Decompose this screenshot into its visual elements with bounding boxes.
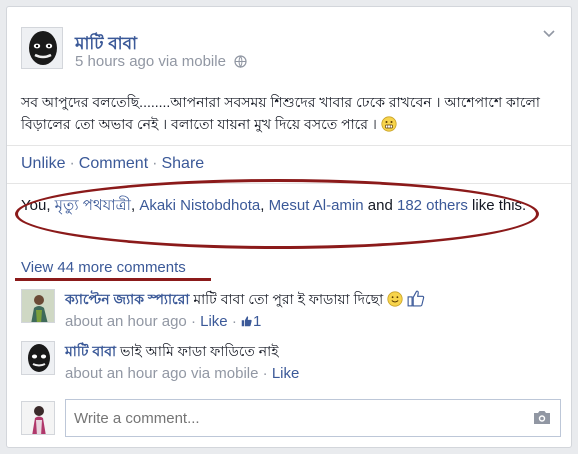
likes-conjunction: and	[363, 197, 397, 214]
liker-link[interactable]: মৃত্যু পথযাত্রী	[55, 197, 131, 214]
comment-link[interactable]: Comment	[79, 155, 148, 172]
share-link[interactable]: Share	[161, 155, 204, 172]
avatar-image	[22, 290, 54, 322]
chevron-down-icon[interactable]	[541, 25, 557, 41]
annotation-underline	[15, 278, 211, 281]
post-meta: 5 hours ago via mobile	[75, 53, 247, 70]
comment-like-count[interactable]: 1	[253, 313, 261, 330]
comment-line: ক্যাপ্টেন জ্যাক স্প্যারো মাটি বাবা তো পু…	[65, 289, 555, 309]
camera-icon[interactable]	[533, 409, 551, 425]
comment-text: মাটি বাবা তো পুরা ই ফাডায়া দিছো	[193, 291, 384, 307]
comment-composer	[21, 399, 561, 437]
comment-time[interactable]: about an hour ago	[65, 313, 187, 330]
view-more-comments-link[interactable]: View 44 more comments	[21, 259, 186, 276]
author-avatar[interactable]	[21, 27, 63, 69]
commenter-avatar[interactable]	[21, 341, 55, 375]
globe-icon[interactable]	[234, 55, 247, 68]
likes-summary: You, মৃত্যু পথযাত্রী, Akaki Nistobdhota,…	[21, 195, 541, 217]
comment-author[interactable]: ক্যাপ্টেন জ্যাক স্প্যারো	[65, 291, 189, 307]
others-link[interactable]: 182 others	[397, 197, 468, 214]
commenter-avatar[interactable]	[21, 289, 55, 323]
likes-suffix: like this.	[467, 197, 527, 214]
post-card: মাটি বাবা 5 hours ago via mobile সব আপুদ…	[6, 6, 572, 448]
comment-like-link[interactable]: Like	[200, 313, 228, 330]
smile-emoji-icon	[387, 291, 403, 307]
separator: ·	[152, 155, 158, 172]
comment-body: ক্যাপ্টেন জ্যাক স্প্যারো মাটি বাবা তো পু…	[65, 289, 555, 333]
post-actions: Unlike · Comment · Share	[21, 155, 204, 173]
comment-body: মাটি বাবা ভাই আমি ফাডা ফাডিতে নাই about …	[65, 341, 555, 385]
thumbs-up-icon	[407, 290, 425, 307]
thumbs-up-icon	[241, 316, 252, 327]
liker-link[interactable]: Mesut Al-amin	[269, 197, 364, 214]
unlike-link[interactable]: Unlike	[21, 155, 65, 172]
comment-text: ভাই আমি ফাডা ফাডিতে নাই	[119, 343, 279, 359]
comment-time[interactable]: about an hour ago via mobile	[65, 365, 258, 382]
divider	[7, 145, 571, 146]
comment-meta: about an hour ago · Like · 1	[65, 313, 262, 330]
grimace-emoji-icon	[381, 116, 397, 132]
separator: ·	[69, 155, 75, 172]
post-body: সব আপুদের বলতেছি........আপনারা সবসময় শি…	[21, 94, 540, 132]
post-text: সব আপুদের বলতেছি........আপনারা সবসময় শি…	[21, 91, 551, 135]
avatar-image	[22, 402, 54, 434]
comment-line: মাটি বাবা ভাই আমি ফাডা ফাডিতে নাই	[65, 341, 555, 361]
comment-meta: about an hour ago via mobile · Like	[65, 365, 300, 382]
comment-input[interactable]	[65, 399, 561, 437]
avatar-image	[22, 342, 54, 374]
viewer-avatar	[21, 401, 55, 435]
avatar-image	[22, 28, 62, 68]
likes-separator: ,	[260, 197, 269, 214]
likes-prefix: You,	[21, 197, 55, 214]
divider	[7, 183, 571, 184]
post-timestamp[interactable]: 5 hours ago via mobile	[75, 53, 226, 70]
comment-like-link[interactable]: Like	[272, 365, 300, 382]
comment-author[interactable]: মাটি বাবা	[65, 343, 116, 359]
liker-link[interactable]: Akaki Nistobdhota	[139, 197, 260, 214]
